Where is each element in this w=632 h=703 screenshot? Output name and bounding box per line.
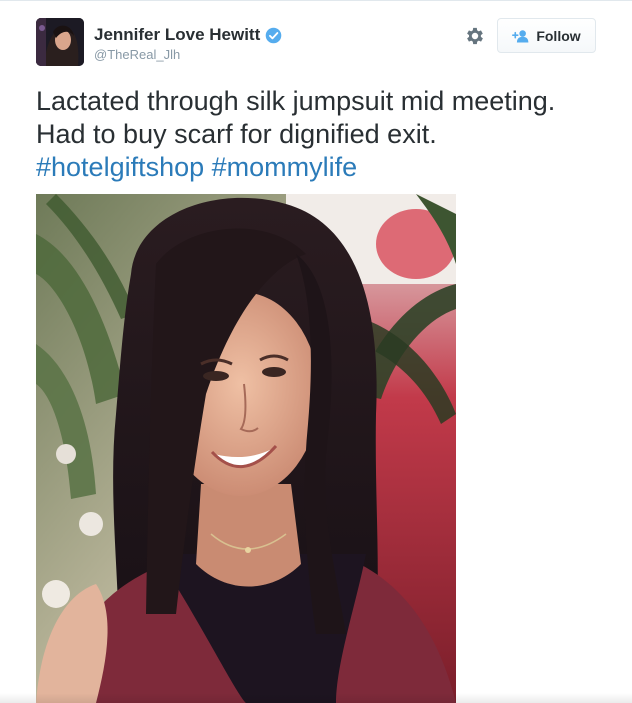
tweet-text: Lactated through silk jumpsuit mid meeti… bbox=[36, 85, 616, 184]
gear-icon bbox=[467, 27, 483, 45]
avatar-image bbox=[36, 18, 84, 66]
follow-button-label: Follow bbox=[536, 27, 581, 44]
person-add-icon bbox=[512, 29, 529, 43]
hashtag-link[interactable]: #mommylife bbox=[212, 152, 358, 182]
follow-button[interactable]: Follow bbox=[497, 18, 596, 53]
selfie-photo-image bbox=[36, 194, 456, 703]
avatar[interactable] bbox=[36, 18, 84, 66]
tweet-photo[interactable] bbox=[36, 194, 456, 703]
hashtag-link[interactable]: #hotelgiftshop bbox=[36, 152, 204, 182]
author-name-row: Jennifer Love Hewitt bbox=[94, 24, 282, 46]
author-handle[interactable]: @TheReal_Jlh bbox=[94, 47, 180, 62]
tweet-text-line: Lactated through silk jumpsuit mid meeti… bbox=[36, 86, 556, 116]
settings-button[interactable] bbox=[464, 25, 486, 47]
author-display-name[interactable]: Jennifer Love Hewitt bbox=[94, 25, 260, 45]
verified-badge-icon bbox=[265, 27, 282, 43]
tweet-card: Jennifer Love Hewitt @TheReal_Jlh Follow… bbox=[0, 0, 632, 703]
tweet-text-line: Had to buy scarf for dignified exit. bbox=[36, 119, 437, 149]
hashtag-line: #hotelgiftshop #mommylife bbox=[36, 151, 616, 184]
